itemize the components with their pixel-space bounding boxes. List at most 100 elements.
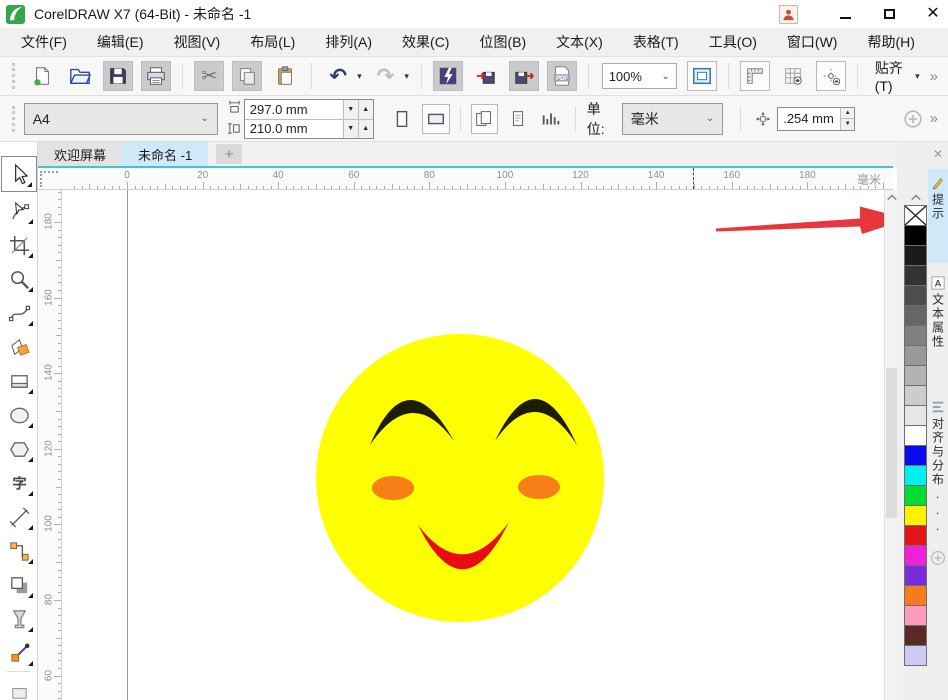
docker-tab-1[interactable]: 提示 xyxy=(928,169,948,263)
document-tab-2[interactable]: 未命名 -1 xyxy=(122,142,208,166)
smiley-left-cheek[interactable] xyxy=(372,476,414,500)
new-document-button[interactable] xyxy=(27,61,57,91)
color-swatch-yellow[interactable] xyxy=(904,505,927,526)
drop-shadow-tool[interactable] xyxy=(1,568,37,602)
color-swatch-no-color[interactable] xyxy=(904,205,927,226)
spin-up-icon[interactable]: ▲ xyxy=(841,108,854,119)
nudge-distance-field[interactable]: .254 mm▲▼ xyxy=(777,107,855,131)
horizontal-ruler[interactable]: 毫米 020406080100120140160180 xyxy=(38,168,893,190)
color-swatch-white[interactable] xyxy=(904,425,927,446)
units-select[interactable]: 毫米⌄ xyxy=(622,103,723,135)
smiley-right-cheek[interactable] xyxy=(518,475,560,499)
color-swatch-20-black[interactable] xyxy=(904,385,927,406)
new-tab-button[interactable]: + xyxy=(216,144,242,164)
color-swatch-green[interactable] xyxy=(904,485,927,506)
freehand-tool[interactable] xyxy=(1,296,37,330)
docker-close-icon[interactable]: ✕ xyxy=(933,145,943,163)
application-launcher-button[interactable] xyxy=(433,61,463,91)
menu-item-12[interactable]: 帮助(H) xyxy=(852,27,929,57)
shape-tool[interactable] xyxy=(1,194,37,228)
close-button[interactable]: ✕ xyxy=(922,3,944,25)
color-swatch-60-black[interactable] xyxy=(904,305,927,326)
menu-item-7[interactable]: 位图(B) xyxy=(464,27,541,57)
rectangle-tool[interactable] xyxy=(1,364,37,398)
connector-tool[interactable] xyxy=(1,534,37,568)
color-swatch-lavender[interactable] xyxy=(904,645,927,666)
spin-up-icon[interactable]: ▲ xyxy=(358,100,373,119)
docker-tab-3[interactable]: 对齐与分布... xyxy=(928,393,948,539)
spin-down-icon[interactable]: ▼ xyxy=(841,118,854,130)
document-tab-1[interactable]: 欢迎屏幕 xyxy=(38,142,122,166)
color-swatch-blue[interactable] xyxy=(904,445,927,466)
color-swatch-red[interactable] xyxy=(904,525,927,546)
toolbar-overflow[interactable]: » xyxy=(930,68,938,85)
open-button[interactable] xyxy=(65,61,95,91)
crop-tool[interactable] xyxy=(1,228,37,262)
account-icon[interactable] xyxy=(779,5,798,24)
paste-button[interactable] xyxy=(270,61,300,91)
import-button[interactable] xyxy=(471,61,501,91)
color-swatch-50-black[interactable] xyxy=(904,325,927,346)
ellipse-tool[interactable] xyxy=(1,398,37,432)
page-layout-button[interactable] xyxy=(537,104,564,134)
color-swatch-10-black[interactable] xyxy=(904,405,927,426)
menu-item-8[interactable]: 文本(X) xyxy=(541,27,618,57)
docker-tab-2[interactable]: A文本属性 xyxy=(928,269,948,387)
transparency-tool[interactable] xyxy=(1,602,37,636)
menu-item-10[interactable]: 工具(O) xyxy=(694,27,772,57)
all-pages-button[interactable] xyxy=(471,104,498,134)
nudge-spinner[interactable]: ▲▼ xyxy=(840,108,854,130)
cut-button[interactable]: ✂ xyxy=(194,61,224,91)
color-eyedropper-tool[interactable] xyxy=(1,636,37,670)
undo-button[interactable]: ↶ xyxy=(323,61,353,91)
menu-item-4[interactable]: 布局(L) xyxy=(235,27,310,57)
add-button[interactable] xyxy=(899,104,926,134)
current-page-button[interactable] xyxy=(504,104,531,134)
docker-add-icon[interactable] xyxy=(929,549,947,570)
color-swatch-pink[interactable] xyxy=(904,605,927,626)
copy-button[interactable] xyxy=(232,61,262,91)
redo-button[interactable]: ↷ xyxy=(371,61,401,91)
menu-item-9[interactable]: 表格(T) xyxy=(618,27,694,57)
polygon-tool[interactable] xyxy=(1,432,37,466)
save-button[interactable] xyxy=(103,61,133,91)
color-swatch-black[interactable] xyxy=(904,225,927,246)
color-swatch-80-black[interactable] xyxy=(904,265,927,286)
undo-dropdown[interactable]: ▾ xyxy=(354,71,364,82)
color-swatch-cyan[interactable] xyxy=(904,465,927,486)
publish-pdf-button[interactable]: PDF xyxy=(547,61,577,91)
snap-to-menu[interactable]: 贴齐(T)▾ xyxy=(875,58,920,94)
drawing-canvas[interactable] xyxy=(62,190,884,700)
color-swatch-magenta[interactable] xyxy=(904,545,927,566)
page-width-field[interactable]: 297.0 mm▼▲ xyxy=(245,100,373,119)
scrollbar-thumb[interactable] xyxy=(886,368,897,518)
ruler-origin-icon[interactable] xyxy=(40,171,58,187)
property-bar-overflow[interactable]: » xyxy=(930,110,938,127)
menu-item-11[interactable]: 窗口(W) xyxy=(772,27,853,57)
zoom-level-select[interactable]: 100%⌄ xyxy=(602,63,677,89)
color-swatch-30-black[interactable] xyxy=(904,365,927,386)
color-swatch-purple[interactable] xyxy=(904,565,927,586)
color-swatch-brown[interactable] xyxy=(904,625,927,646)
fill-tool[interactable] xyxy=(1,673,37,700)
menu-item-5[interactable]: 排列(A) xyxy=(310,27,387,57)
maximize-button[interactable] xyxy=(878,3,900,25)
canvas-vertical-scrollbar[interactable] xyxy=(884,190,897,700)
snap-guides-button[interactable] xyxy=(816,61,846,91)
smiley-head[interactable] xyxy=(316,334,604,622)
menu-item-6[interactable]: 效果(C) xyxy=(387,27,464,57)
menu-item-2[interactable]: 编辑(E) xyxy=(82,27,159,57)
spin-down-icon[interactable]: ▼ xyxy=(343,120,358,138)
menu-item-3[interactable]: 视图(V) xyxy=(159,27,236,57)
color-swatch-40-black[interactable] xyxy=(904,345,927,366)
show-rulers-button[interactable] xyxy=(740,61,770,91)
color-swatch-90-black[interactable] xyxy=(904,245,927,266)
smart-fill-tool[interactable] xyxy=(1,330,37,364)
page-size-select[interactable]: A4⌄ xyxy=(24,103,218,135)
color-swatch-70-black[interactable] xyxy=(904,285,927,306)
redo-dropdown[interactable]: ▾ xyxy=(402,71,412,82)
spin-up-icon[interactable]: ▲ xyxy=(358,120,373,138)
print-button[interactable] xyxy=(141,61,171,91)
export-button[interactable] xyxy=(509,61,539,91)
color-swatch-orange[interactable] xyxy=(904,585,927,606)
